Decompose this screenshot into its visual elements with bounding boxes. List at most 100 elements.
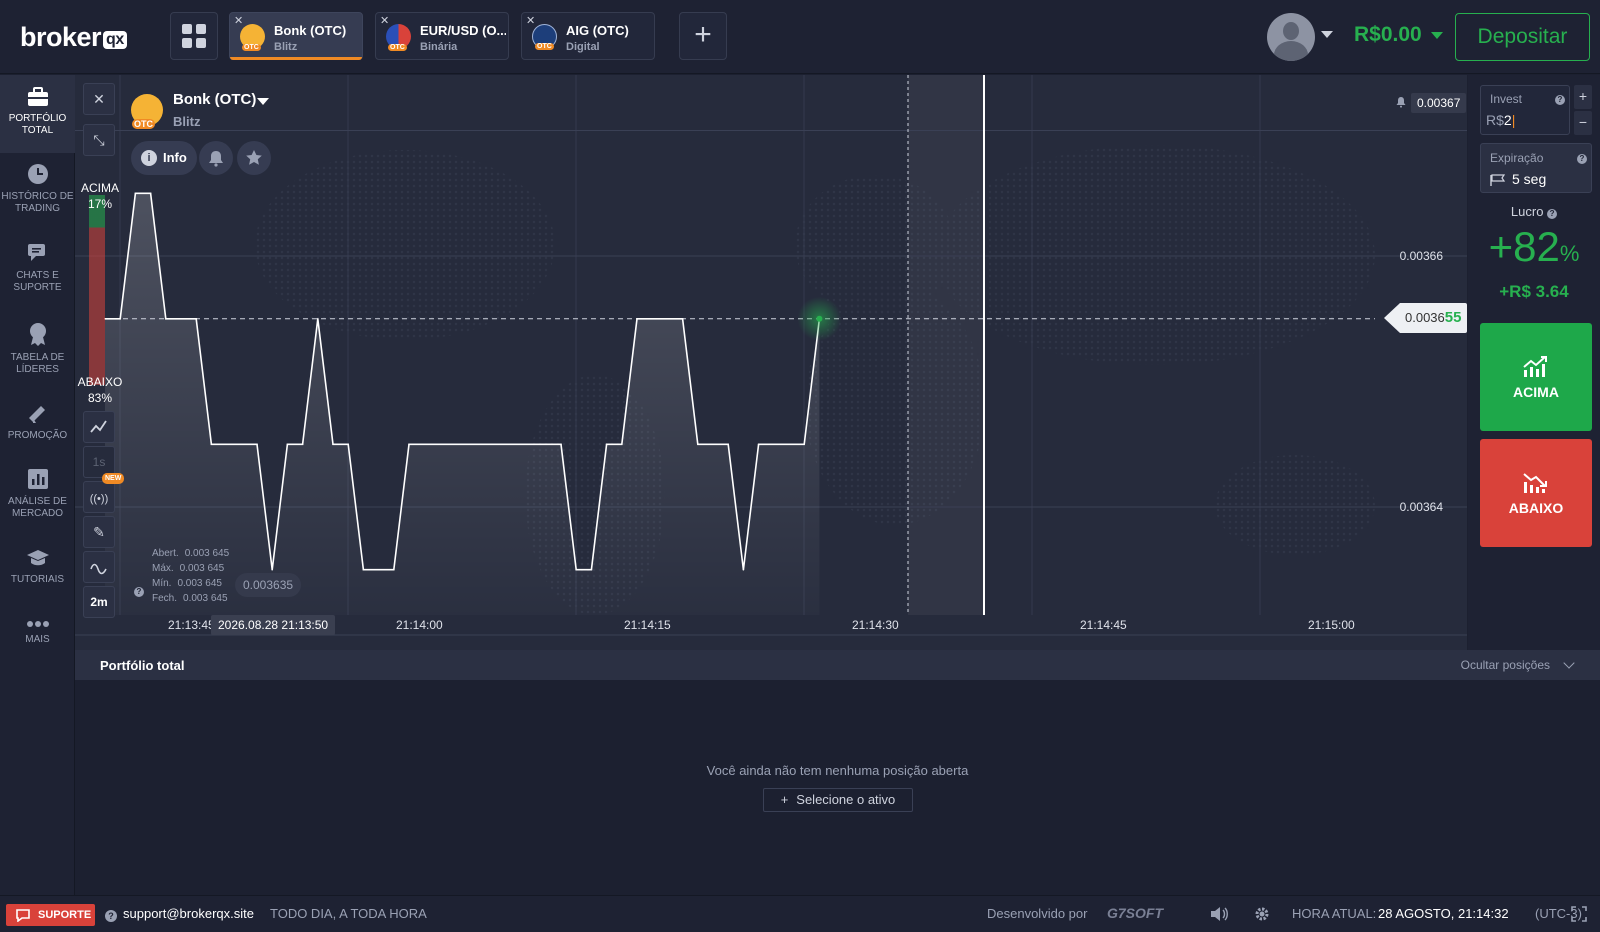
- hide-positions-toggle[interactable]: Ocultar posições: [1461, 658, 1550, 672]
- profit-percent: +82%: [1468, 223, 1600, 271]
- price-point: [301, 443, 304, 446]
- price-point: [165, 317, 167, 320]
- price-point: [256, 443, 258, 446]
- flag-icon: [1490, 174, 1506, 186]
- close-tab-icon[interactable]: ✕: [526, 14, 535, 27]
- bonk-coin-icon[interactable]: OTC: [131, 94, 163, 129]
- dev-brand-logo[interactable]: G7SOFT: [1107, 905, 1163, 921]
- price-point: [377, 568, 380, 571]
- chevron-down-icon[interactable]: [1321, 31, 1333, 38]
- price-point: [757, 443, 760, 446]
- price-point: [499, 443, 502, 446]
- price-point: [788, 443, 790, 446]
- price-point: [712, 443, 714, 446]
- info-label: Info: [163, 150, 187, 165]
- close-chart-button[interactable]: ✕: [83, 83, 115, 115]
- support-button[interactable]: SUPORTE: [6, 904, 95, 926]
- expiry-field[interactable]: Expiração ? 5 seg: [1480, 143, 1592, 193]
- asset-title[interactable]: Bonk (OTC): [173, 91, 256, 108]
- chart-type-button[interactable]: [83, 411, 115, 443]
- sound-icon[interactable]: [1209, 906, 1229, 922]
- grid-icon-cell: [182, 38, 192, 48]
- price-point: [119, 317, 121, 320]
- price-point: [271, 568, 273, 571]
- aig-logo-icon: OTC: [532, 24, 557, 50]
- info-button[interactable]: i Info: [131, 141, 197, 175]
- help-icon: ?: [105, 910, 117, 922]
- price-point: [149, 192, 152, 195]
- invest-field[interactable]: Invest ? R$2|: [1480, 85, 1570, 135]
- ohlc-high: 0.003 645: [179, 563, 225, 574]
- price-point: [681, 317, 684, 320]
- buy-up-button[interactable]: ACIMA: [1480, 323, 1592, 431]
- asset-chevron-down-icon[interactable]: [257, 98, 269, 105]
- price-chart[interactable]: [75, 75, 1467, 650]
- cursor-price: 0.003635: [235, 573, 302, 597]
- current-price-arrow: [1384, 303, 1400, 333]
- chevron-down-icon[interactable]: [1563, 657, 1575, 669]
- invest-help-icon[interactable]: ?: [1555, 95, 1565, 105]
- price-point: [651, 317, 653, 320]
- price-point: [362, 568, 365, 571]
- price-alert-button[interactable]: [199, 141, 233, 175]
- favorite-button[interactable]: [237, 141, 271, 175]
- ohlc-low-label: Mín.: [152, 578, 172, 589]
- invest-minus-button[interactable]: −: [1574, 111, 1592, 135]
- price-point: [666, 317, 669, 320]
- sidebar-item-history[interactable]: HISTÓRICO DE TRADING: [0, 163, 75, 233]
- sentiment-down-label: ABAIXO: [77, 375, 123, 389]
- price-alert-bell-icon[interactable]: [1395, 96, 1407, 108]
- asset-tab-bonk[interactable]: ✕ OTC Bonk (OTC) Blitz: [229, 12, 363, 60]
- price-point: [453, 443, 456, 446]
- tab-name: AIG (OTC): [566, 23, 629, 38]
- asset-grid-button[interactable]: [170, 12, 218, 60]
- sidebar-item-more[interactable]: MAIS: [0, 620, 75, 670]
- profit-help-icon[interactable]: ?: [1547, 209, 1558, 219]
- close-tab-icon[interactable]: ✕: [234, 14, 243, 27]
- current-price-tag: 0.003655: [1384, 303, 1467, 333]
- avatar[interactable]: [1267, 13, 1315, 61]
- ohlc-help-icon[interactable]: ?: [134, 587, 144, 597]
- chart-type-icon: [90, 420, 107, 433]
- fullscreen-icon[interactable]: [1571, 906, 1587, 922]
- add-tab-button[interactable]: +: [679, 12, 727, 60]
- settings-gear-icon[interactable]: [1253, 905, 1271, 923]
- sidebar-item-tutorials[interactable]: TUTORIAIS: [0, 548, 75, 608]
- sidebar-item-analysis[interactable]: ANÁLISE DE MERCADO: [0, 468, 75, 538]
- sidebar-item-chats[interactable]: CHATS E SUPORTE: [0, 242, 75, 312]
- period-button[interactable]: 2m: [83, 586, 115, 618]
- invest-plus-button[interactable]: +: [1574, 85, 1592, 109]
- drawing-tool-button[interactable]: ✎: [83, 516, 115, 548]
- logo-badge: qx: [103, 31, 127, 49]
- sell-down-button[interactable]: ABAIXO: [1480, 439, 1592, 547]
- support-email[interactable]: support@brokerqx.site: [123, 906, 254, 921]
- close-tab-icon[interactable]: ✕: [380, 14, 389, 27]
- sidebar-item-portfolio[interactable]: PORTFÓLIO TOTAL: [0, 75, 75, 153]
- megaphone-icon: [28, 406, 45, 423]
- balance-chevron-down-icon[interactable]: [1431, 32, 1443, 39]
- sidebar-item-promo[interactable]: PROMOÇÃO: [0, 402, 75, 462]
- logo[interactable]: broker qx: [20, 22, 127, 53]
- balance[interactable]: R$0.00: [1354, 23, 1422, 47]
- chart-area[interactable]: ✕ ⤡ OTC Bonk (OTC) Blitz i Info ACIMA 17%…: [75, 75, 1467, 650]
- more-dots-icon: [26, 621, 49, 627]
- expiry-help-icon[interactable]: ?: [1577, 154, 1587, 164]
- indicators-button[interactable]: [83, 551, 115, 583]
- percent-sign: %: [1559, 241, 1580, 266]
- support-schedule: TODO DIA, A TODA HORA: [270, 906, 427, 921]
- price-point: [195, 317, 197, 320]
- minimize-chart-button[interactable]: ⤡: [83, 124, 115, 156]
- asset-tab-eurusd[interactable]: ✕ OTC EUR/USD (O... Binária: [375, 12, 509, 60]
- tab-type: Digital: [566, 41, 600, 53]
- price-point: [484, 443, 486, 446]
- select-asset-button[interactable]: + Selecione o ativo: [763, 788, 913, 812]
- time-tick: 21:14:00: [396, 618, 443, 632]
- deposit-button[interactable]: Depositar: [1455, 13, 1590, 61]
- current-price-value: 0.003655: [1400, 303, 1467, 333]
- signals-button[interactable]: ((•)) NEW: [83, 473, 125, 513]
- briefcase-icon: [27, 87, 48, 106]
- ohlc-panel: Abert. 0.003 645 Máx. 0.003 645 Mín. 0.003 …: [152, 546, 229, 606]
- invest-input[interactable]: R$2|: [1486, 112, 1515, 128]
- asset-tab-aig[interactable]: ✕ OTC AIG (OTC) Digital: [521, 12, 655, 60]
- sidebar-item-leaders[interactable]: TABELA DE LÍDERES: [0, 322, 75, 392]
